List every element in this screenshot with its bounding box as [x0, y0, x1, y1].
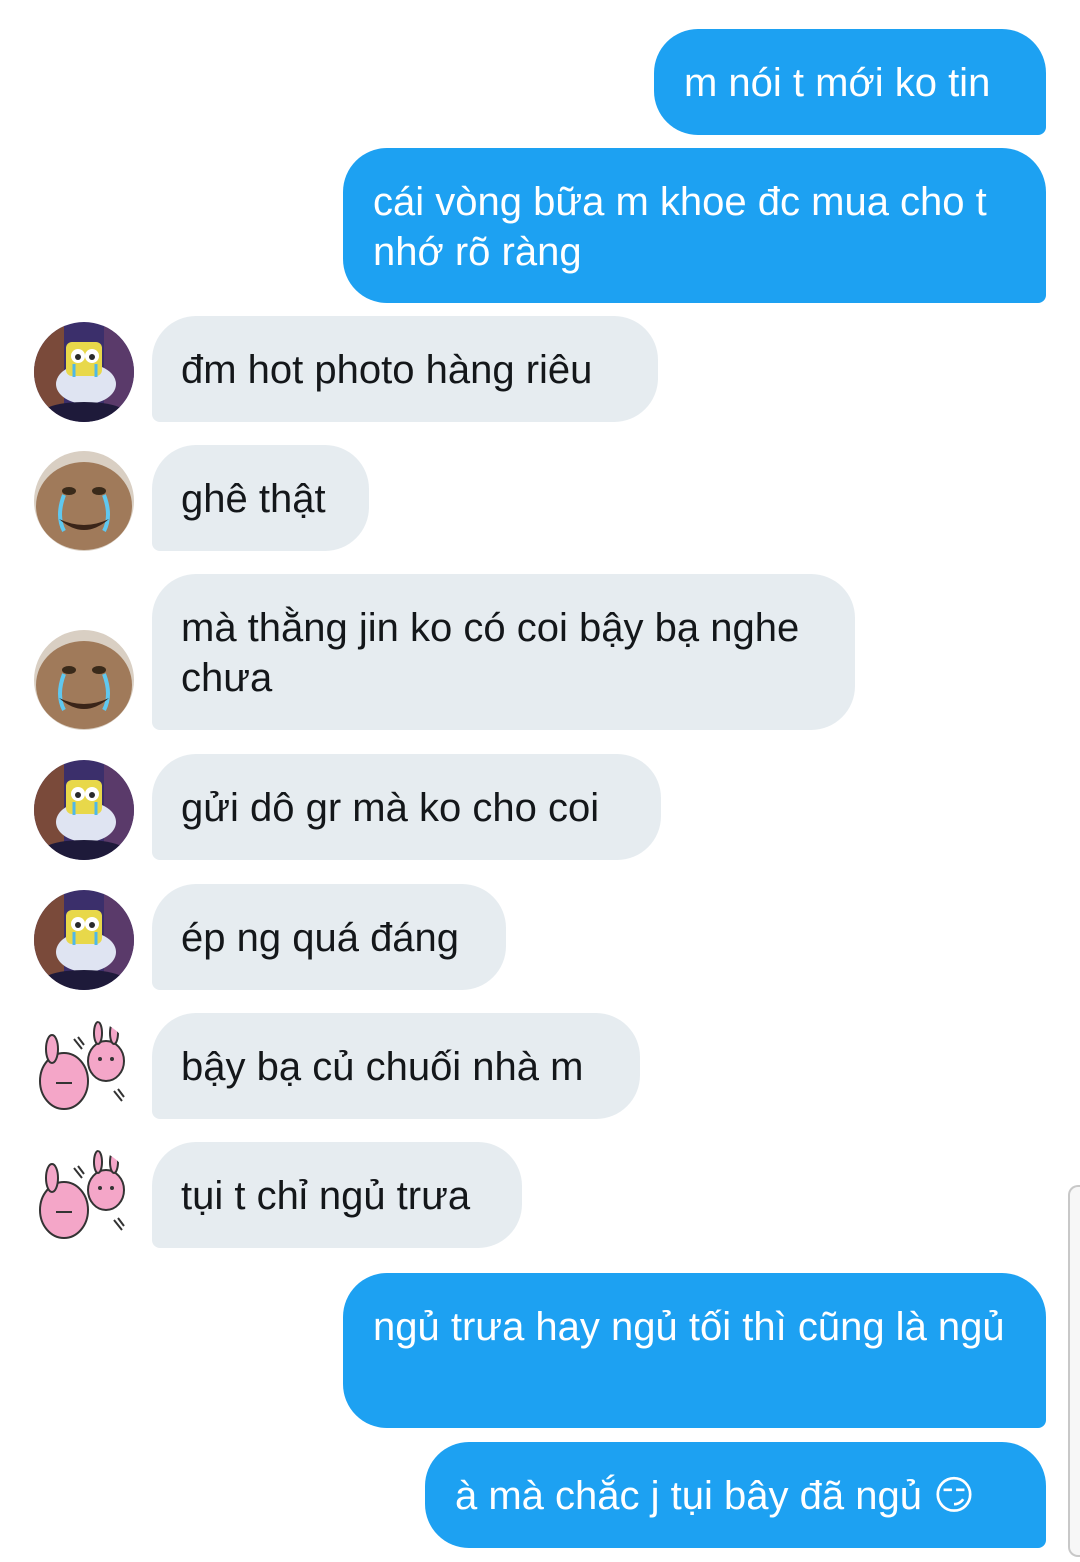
sent-message-bubble[interactable]: m nói t mới ko tin	[654, 29, 1046, 135]
sent-message-bubble[interactable]: ngủ trưa hay ngủ tối thì cũng là ngủ	[343, 1273, 1046, 1428]
received-message-bubble[interactable]: ép ng quá đáng	[152, 884, 506, 990]
received-message-bubble[interactable]: tụi t chỉ ngủ trưa	[152, 1142, 522, 1248]
sent-message-bubble[interactable]: à mà chắc j tụi bây đã ngủ 😏	[425, 1442, 1046, 1548]
received-message-bubble[interactable]: ghê thật	[152, 445, 369, 551]
received-message-bubble[interactable]: bậy bạ củ chuối nhà m	[152, 1013, 640, 1119]
pink-bunny-avatar[interactable]	[34, 1019, 134, 1119]
spongebob-avatar[interactable]	[34, 760, 134, 860]
received-message-bubble[interactable]: đm hot photo hàng riêu	[152, 316, 658, 422]
received-message-bubble[interactable]: mà thằng jin ko có coi bậy bạ nghe chưa	[152, 574, 855, 730]
crying-face-avatar[interactable]	[34, 451, 134, 551]
spongebob-avatar[interactable]	[34, 322, 134, 422]
sent-message-bubble[interactable]: cái vòng bữa m khoe đc mua cho t nhớ rõ …	[343, 148, 1046, 303]
crying-face-avatar[interactable]	[34, 630, 134, 730]
scrollbar[interactable]	[1068, 1185, 1080, 1557]
spongebob-avatar[interactable]	[34, 890, 134, 990]
pink-bunny-avatar[interactable]	[34, 1148, 134, 1248]
received-message-bubble[interactable]: gửi dô gr mà ko cho coi	[152, 754, 661, 860]
